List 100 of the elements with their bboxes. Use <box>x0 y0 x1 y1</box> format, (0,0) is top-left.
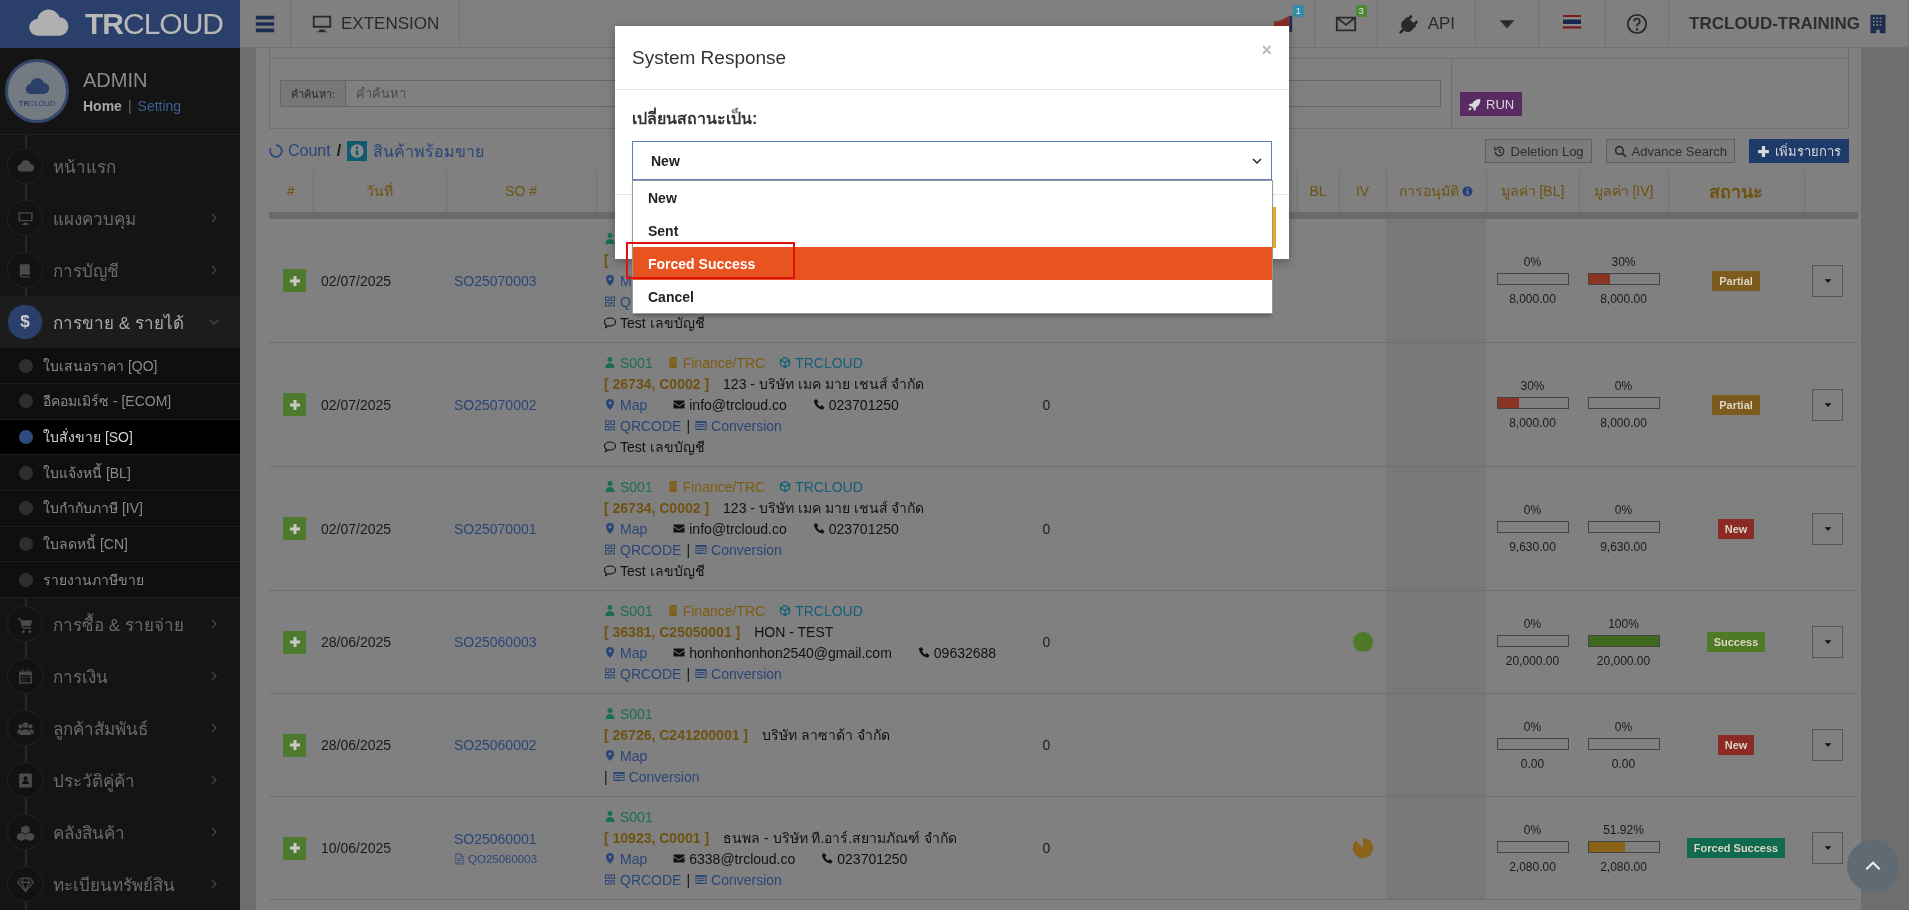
document-link[interactable]: SO25070002 <box>454 396 588 413</box>
sidebar-item[interactable]: การบัญชี <box>0 244 240 297</box>
expand-button[interactable] <box>283 393 306 416</box>
sidebar-item[interactable]: หน้าแรก <box>0 140 240 193</box>
run-button[interactable]: RUN <box>1460 92 1523 116</box>
date-text: 28/06/2025 <box>321 737 392 753</box>
count-link[interactable]: Count <box>269 142 331 160</box>
date-text: 10/06/2025 <box>321 840 392 856</box>
expand-button[interactable] <box>283 733 306 757</box>
dropdown-option[interactable]: Sent <box>633 214 1272 247</box>
envelope-icon <box>673 398 686 411</box>
map-link[interactable]: Map <box>620 396 648 413</box>
timeline-dot <box>19 501 33 516</box>
cart-icon <box>7 606 43 642</box>
conversion-link[interactable]: Conversion <box>711 665 782 682</box>
quantity-text: 0 <box>1042 396 1051 413</box>
email-address: 6338@trcloud.co <box>689 850 796 867</box>
note-text: Test เลขบัญชี <box>620 313 705 333</box>
user-name: ADMIN <box>83 68 149 92</box>
sidebar-item[interactable]: คลังสินค้า <box>0 806 240 858</box>
action-button[interactable] <box>1812 626 1843 658</box>
submenu-item[interactable]: อีคอมเมิร์ซ - [ECOM] <box>0 383 240 420</box>
action-button[interactable] <box>1812 388 1843 421</box>
api-button[interactable]: API <box>1377 0 1477 47</box>
card-icon <box>695 419 708 432</box>
status-select[interactable]: New <box>632 141 1272 180</box>
person-icon <box>604 480 616 493</box>
plus-icon <box>288 398 301 411</box>
company-button[interactable]: TRCLOUD-TRAINING <box>1669 0 1909 47</box>
conversion-link[interactable]: Conversion <box>711 871 782 888</box>
submenu-item[interactable]: รายงานภาษีขาย <box>0 562 240 598</box>
map-link[interactable]: Map <box>620 850 648 867</box>
date-text: 02/07/2025 <box>321 396 392 413</box>
document-link[interactable]: SO25060002 <box>454 737 588 753</box>
envelope-icon <box>673 852 686 865</box>
calendar-icon <box>7 658 43 694</box>
separator: | <box>686 417 691 434</box>
qrcode-link[interactable]: QRCODE <box>620 871 682 888</box>
action-button[interactable] <box>1812 832 1843 864</box>
document-link[interactable]: SO25060001 <box>454 831 588 847</box>
extension-button[interactable]: EXTENSION <box>291 0 461 47</box>
action-button[interactable] <box>1812 729 1843 761</box>
reference-link[interactable]: QO25060003 <box>454 853 588 865</box>
customer-code: [ 26726, C241200001 ] <box>604 726 748 743</box>
logo-text: TRCLOUD <box>85 7 223 41</box>
sidebar-item[interactable]: แผงควบคุม <box>0 192 240 245</box>
message-button[interactable]: 3 <box>1314 0 1378 47</box>
expand-button[interactable] <box>283 836 306 860</box>
dropdown-option[interactable]: New <box>633 181 1272 214</box>
phone-icon <box>812 522 825 535</box>
deletion-log-button[interactable]: Deletion Log <box>1484 139 1592 163</box>
document-link[interactable]: SO25070003 <box>454 272 588 289</box>
quantity-text: 0 <box>1042 520 1051 537</box>
advance-search-button[interactable]: Advance Search <box>1605 139 1735 163</box>
submenu-item[interactable]: ใบเสนอราคา [QO] <box>0 348 240 384</box>
map-link[interactable]: Map <box>620 520 648 537</box>
cube-icon <box>779 604 792 617</box>
submenu-item[interactable]: ใบแจ้งหนี้ [BL] <box>0 455 240 491</box>
submenu-item[interactable]: ใบกำกับภาษี [IV] <box>0 490 240 527</box>
submenu-item[interactable]: ใบลดหนี้ [CN] <box>0 526 240 563</box>
expand-button[interactable] <box>283 269 306 292</box>
sidebar-item[interactable]: ลูกค้าสัมพันธ์ <box>0 702 240 754</box>
stock-link[interactable]: สินค้าพร้อมขาย <box>373 138 485 164</box>
setting-link[interactable]: Setting <box>137 97 182 114</box>
conversion-link[interactable]: Conversion <box>711 417 782 434</box>
percent-text: 100% <box>1608 616 1639 631</box>
percent-text: 0% <box>1614 379 1633 393</box>
qrcode-link[interactable]: QRCODE <box>620 541 682 558</box>
phone-number: 09632688 <box>933 644 997 661</box>
action-button[interactable] <box>1812 264 1843 297</box>
sidebar-item[interactable]: การซื้อ & รายจ่าย <box>0 598 240 650</box>
qrcode-link[interactable]: QRCODE <box>620 665 682 682</box>
map-link[interactable]: Map <box>620 644 648 661</box>
dropdown-option[interactable]: Cancel <box>633 280 1272 313</box>
person-icon <box>604 232 616 245</box>
email-address: info@trcloud.co <box>689 396 787 413</box>
dropdown-option[interactable]: Forced Success <box>633 247 1272 280</box>
sidebar-item[interactable]: ทะเบียนทรัพย์สิน <box>0 858 240 910</box>
conversion-link[interactable]: Conversion <box>628 768 700 785</box>
document-link[interactable]: SO25060003 <box>454 634 588 650</box>
qrcode-link[interactable]: Q <box>620 293 631 310</box>
department-name: Finance/TRC <box>682 478 766 495</box>
action-button[interactable] <box>1812 512 1843 545</box>
sidebar-item[interactable]: การเงิน <box>0 650 240 702</box>
document-link[interactable]: SO25070001 <box>454 520 588 537</box>
column-header: สถานะ <box>1709 181 1763 202</box>
status-badge: New <box>1717 735 1755 755</box>
expand-button[interactable] <box>283 517 306 540</box>
qrcode-link[interactable]: QRCODE <box>620 417 682 434</box>
map-link[interactable]: Map <box>620 747 648 764</box>
home-link[interactable]: Home <box>83 97 122 114</box>
sidebar-item[interactable]: $ การขาย & รายได้ <box>0 296 240 349</box>
sidebar-item[interactable]: ประวัติคู่ค้า <box>0 754 240 806</box>
expand-button[interactable] <box>283 630 306 654</box>
person-icon <box>604 810 616 823</box>
sales-code: S001 <box>620 354 653 371</box>
add-button[interactable]: เพิ่มรายการ <box>1749 139 1849 163</box>
submenu-item[interactable]: ใบสั่งขาย [SO] <box>0 419 240 456</box>
conversion-link[interactable]: Conversion <box>711 541 782 558</box>
pin-icon <box>604 646 616 659</box>
